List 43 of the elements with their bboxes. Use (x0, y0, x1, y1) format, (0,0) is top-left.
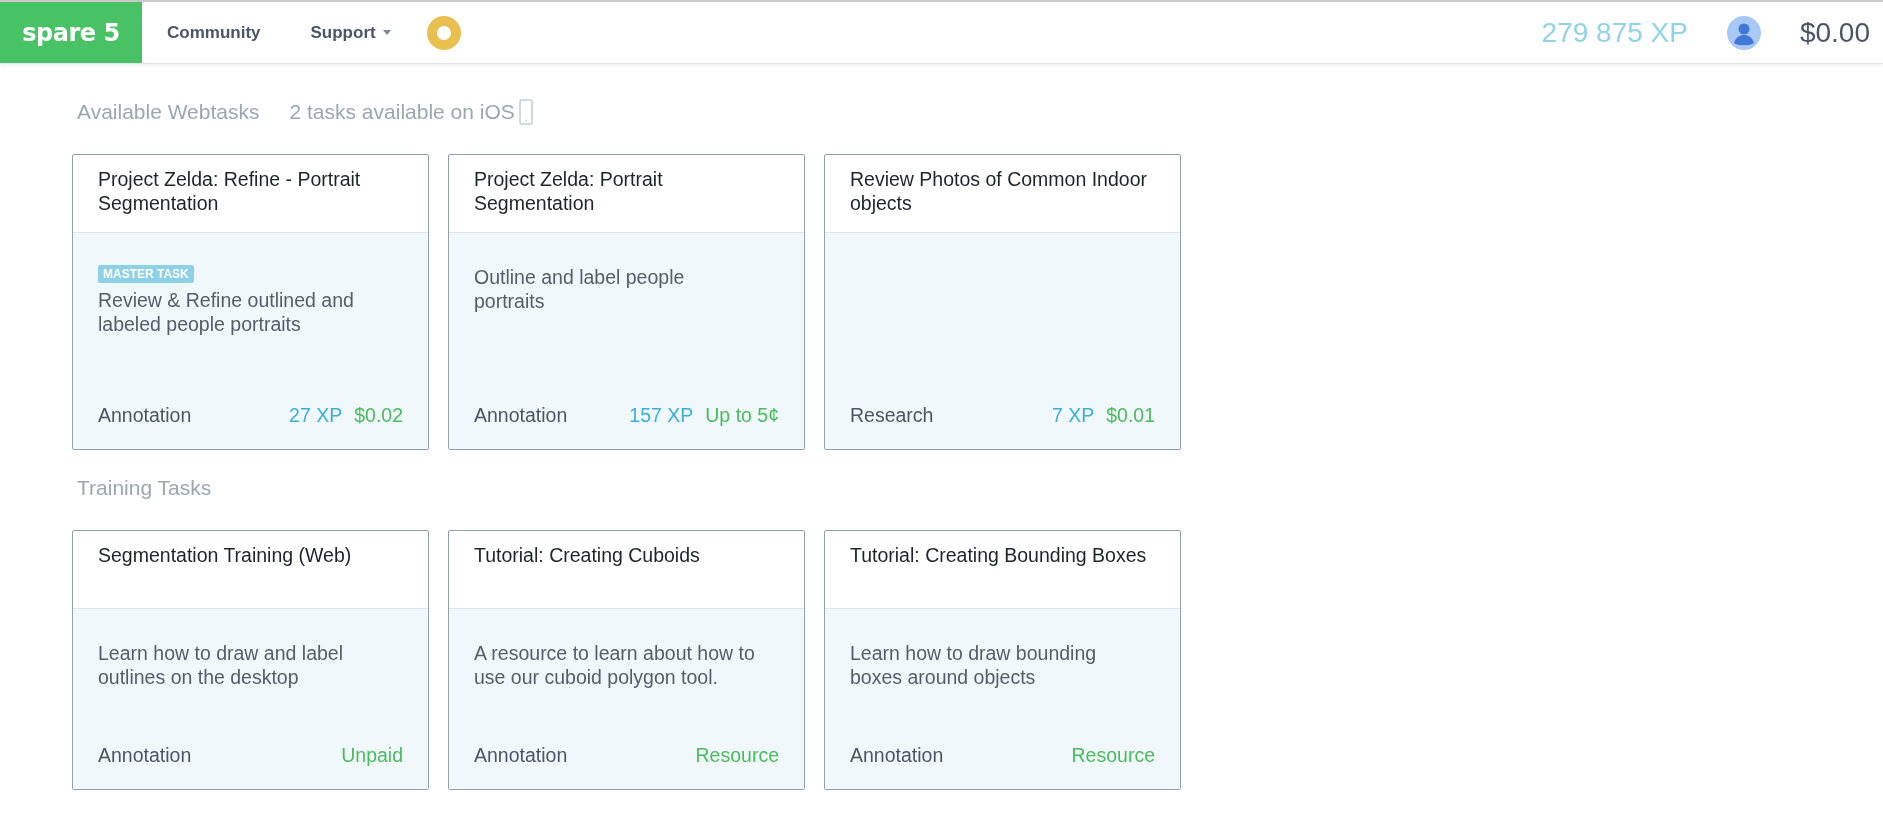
task-description: Outline and label people portraits (474, 265, 686, 313)
task-title: Tutorial: Creating Cuboids (474, 543, 701, 567)
task-title: Segmentation Training (Web) (98, 543, 353, 567)
task-title: Review Photos of Common Indoor objects (850, 167, 1148, 215)
task-description: Learn how to draw and label outlines on the desktop (98, 641, 344, 689)
task-category: Annotation (474, 404, 568, 427)
task-category: Annotation (98, 404, 192, 427)
task-pay: $0.01 (1106, 404, 1155, 427)
task-card[interactable]: Segmentation Training (Web) Learn how to draw and label outlines on the desktop Annotation Unpaid (72, 530, 429, 790)
balance: $0.00 (1799, 16, 1870, 49)
nav-link[interactable]: Support (285, 22, 416, 43)
task-card[interactable]: Tutorial: Creating Bounding Boxes Learn how to draw bounding boxes around objects Annotation Resource (824, 530, 1181, 790)
task-title: Project Zelda: Portrait Segmentation (474, 167, 664, 215)
task-pay: Unpaid (341, 744, 403, 767)
task-description: Review & Refine outlined and labeled people portraits (98, 288, 355, 336)
task-category: Research (850, 404, 934, 427)
task-category: Annotation (98, 744, 192, 767)
task-card[interactable]: Project Zelda: Refine - Portrait Segmentation MASTER TASK Review & Refine outlined and labeled people portraits Annotation 27 XP $0.02 (72, 154, 429, 450)
avatar-icon[interactable] (1725, 14, 1762, 51)
task-category: Annotation (850, 744, 944, 767)
task-badge: MASTER TASK (98, 265, 194, 283)
task-card[interactable]: Review Photos of Common Indoor objects Research 7 XP $0.01 (824, 154, 1181, 450)
task-description: Learn how to draw bounding boxes around objects (850, 641, 1098, 689)
task-pay: Resource (695, 744, 779, 767)
task-pay: $0.02 (354, 404, 403, 427)
task-xp: 27 XP (289, 404, 343, 427)
ios-note: 2 tasks available on iOS (289, 100, 515, 124)
section-title: Training Tasks (77, 476, 212, 500)
section-title: Available Webtasks (77, 100, 260, 124)
task-pay: Resource (1071, 744, 1155, 767)
task-card[interactable]: Tutorial: Creating Cuboids A resource to learn about how to use our cuboid polygon tool. Annotation Resource (448, 530, 805, 790)
phone-icon (518, 99, 533, 125)
nav-link[interactable]: Community (142, 22, 286, 43)
caret-icon (382, 30, 391, 35)
task-category: Annotation (474, 744, 568, 767)
task-description: A resource to learn about how to use our cuboid polygon tool. (474, 641, 756, 689)
task-xp: 157 XP (629, 404, 694, 427)
task-xp: 7 XP (1051, 404, 1095, 427)
xp-total: 279 875 XP (1541, 16, 1688, 49)
task-card[interactable]: Project Zelda: Portrait Segmentation Outline and label people portraits Annotation 157 XP Up to 5¢ (448, 154, 805, 450)
task-title: Project Zelda: Refine - Portrait Segmentation (98, 167, 362, 215)
task-title: Tutorial: Creating Bounding Boxes (850, 543, 1148, 567)
task-pay: Up to 5¢ (705, 404, 779, 427)
